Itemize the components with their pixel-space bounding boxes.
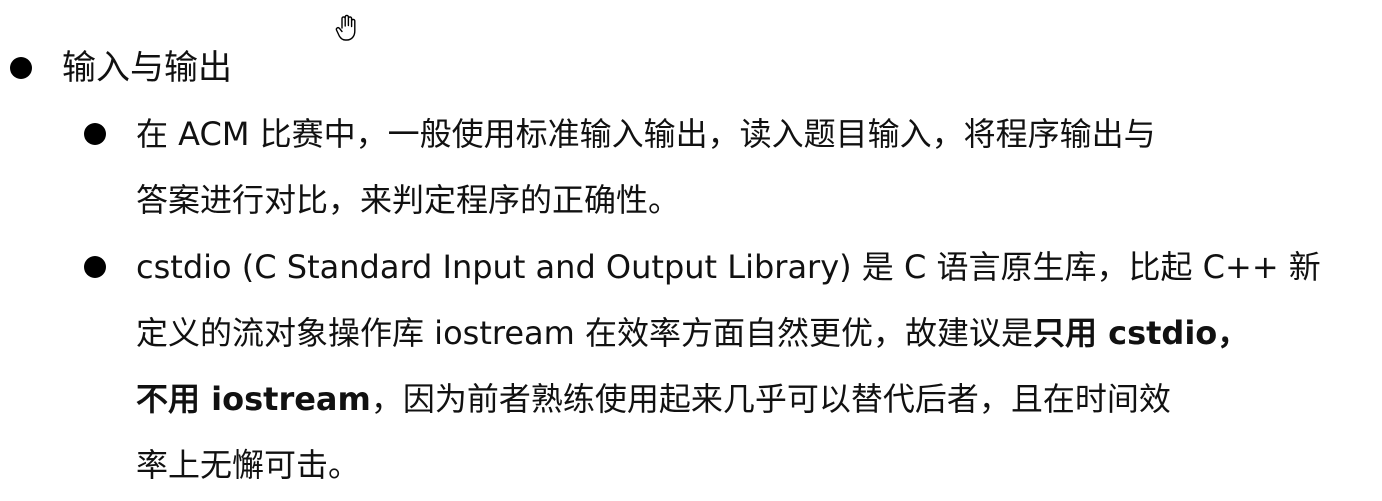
- list-item-cstdio: cstdio (C Standard Input and Output Libr…: [136, 234, 1326, 498]
- section-heading: 输入与输出: [62, 48, 232, 88]
- paragraph-line: 答案进行对比，来判定程序的正确性。: [136, 181, 681, 219]
- hand-cursor-icon: [335, 14, 356, 41]
- bold-text-run: 不用 iostream: [136, 380, 371, 418]
- bold-text-run: 只用 cstdio，: [1032, 314, 1250, 352]
- list-item-acm-io: 在 ACM 比赛中，一般使用标准输入输出，读入题目输入，将程序输出与 答案进行对…: [136, 101, 1326, 233]
- paragraph-line: 率上无懈可击。: [136, 446, 361, 484]
- text-run: 定义的流对象操作库 iostream 在效率方面自然更优，故建议是: [136, 314, 1033, 352]
- bullet-icon: [84, 123, 106, 145]
- bullet-icon: [10, 57, 32, 79]
- text-run: ，因为前者熟练使用起来几乎可以替代后者，且在时间效: [370, 380, 1171, 418]
- bullet-icon: [84, 256, 106, 278]
- paragraph-line: 定义的流对象操作库 iostream 在效率方面自然更优，故建议是只用 cstd…: [136, 300, 1326, 366]
- paragraph-line: cstdio (C Standard Input and Output Libr…: [136, 248, 1321, 286]
- paragraph-line: 在 ACM 比赛中，一般使用标准输入输出，读入题目输入，将程序输出与: [136, 115, 1156, 153]
- paragraph-line: 不用 iostream，因为前者熟练使用起来几乎可以替代后者，且在时间效: [136, 366, 1326, 432]
